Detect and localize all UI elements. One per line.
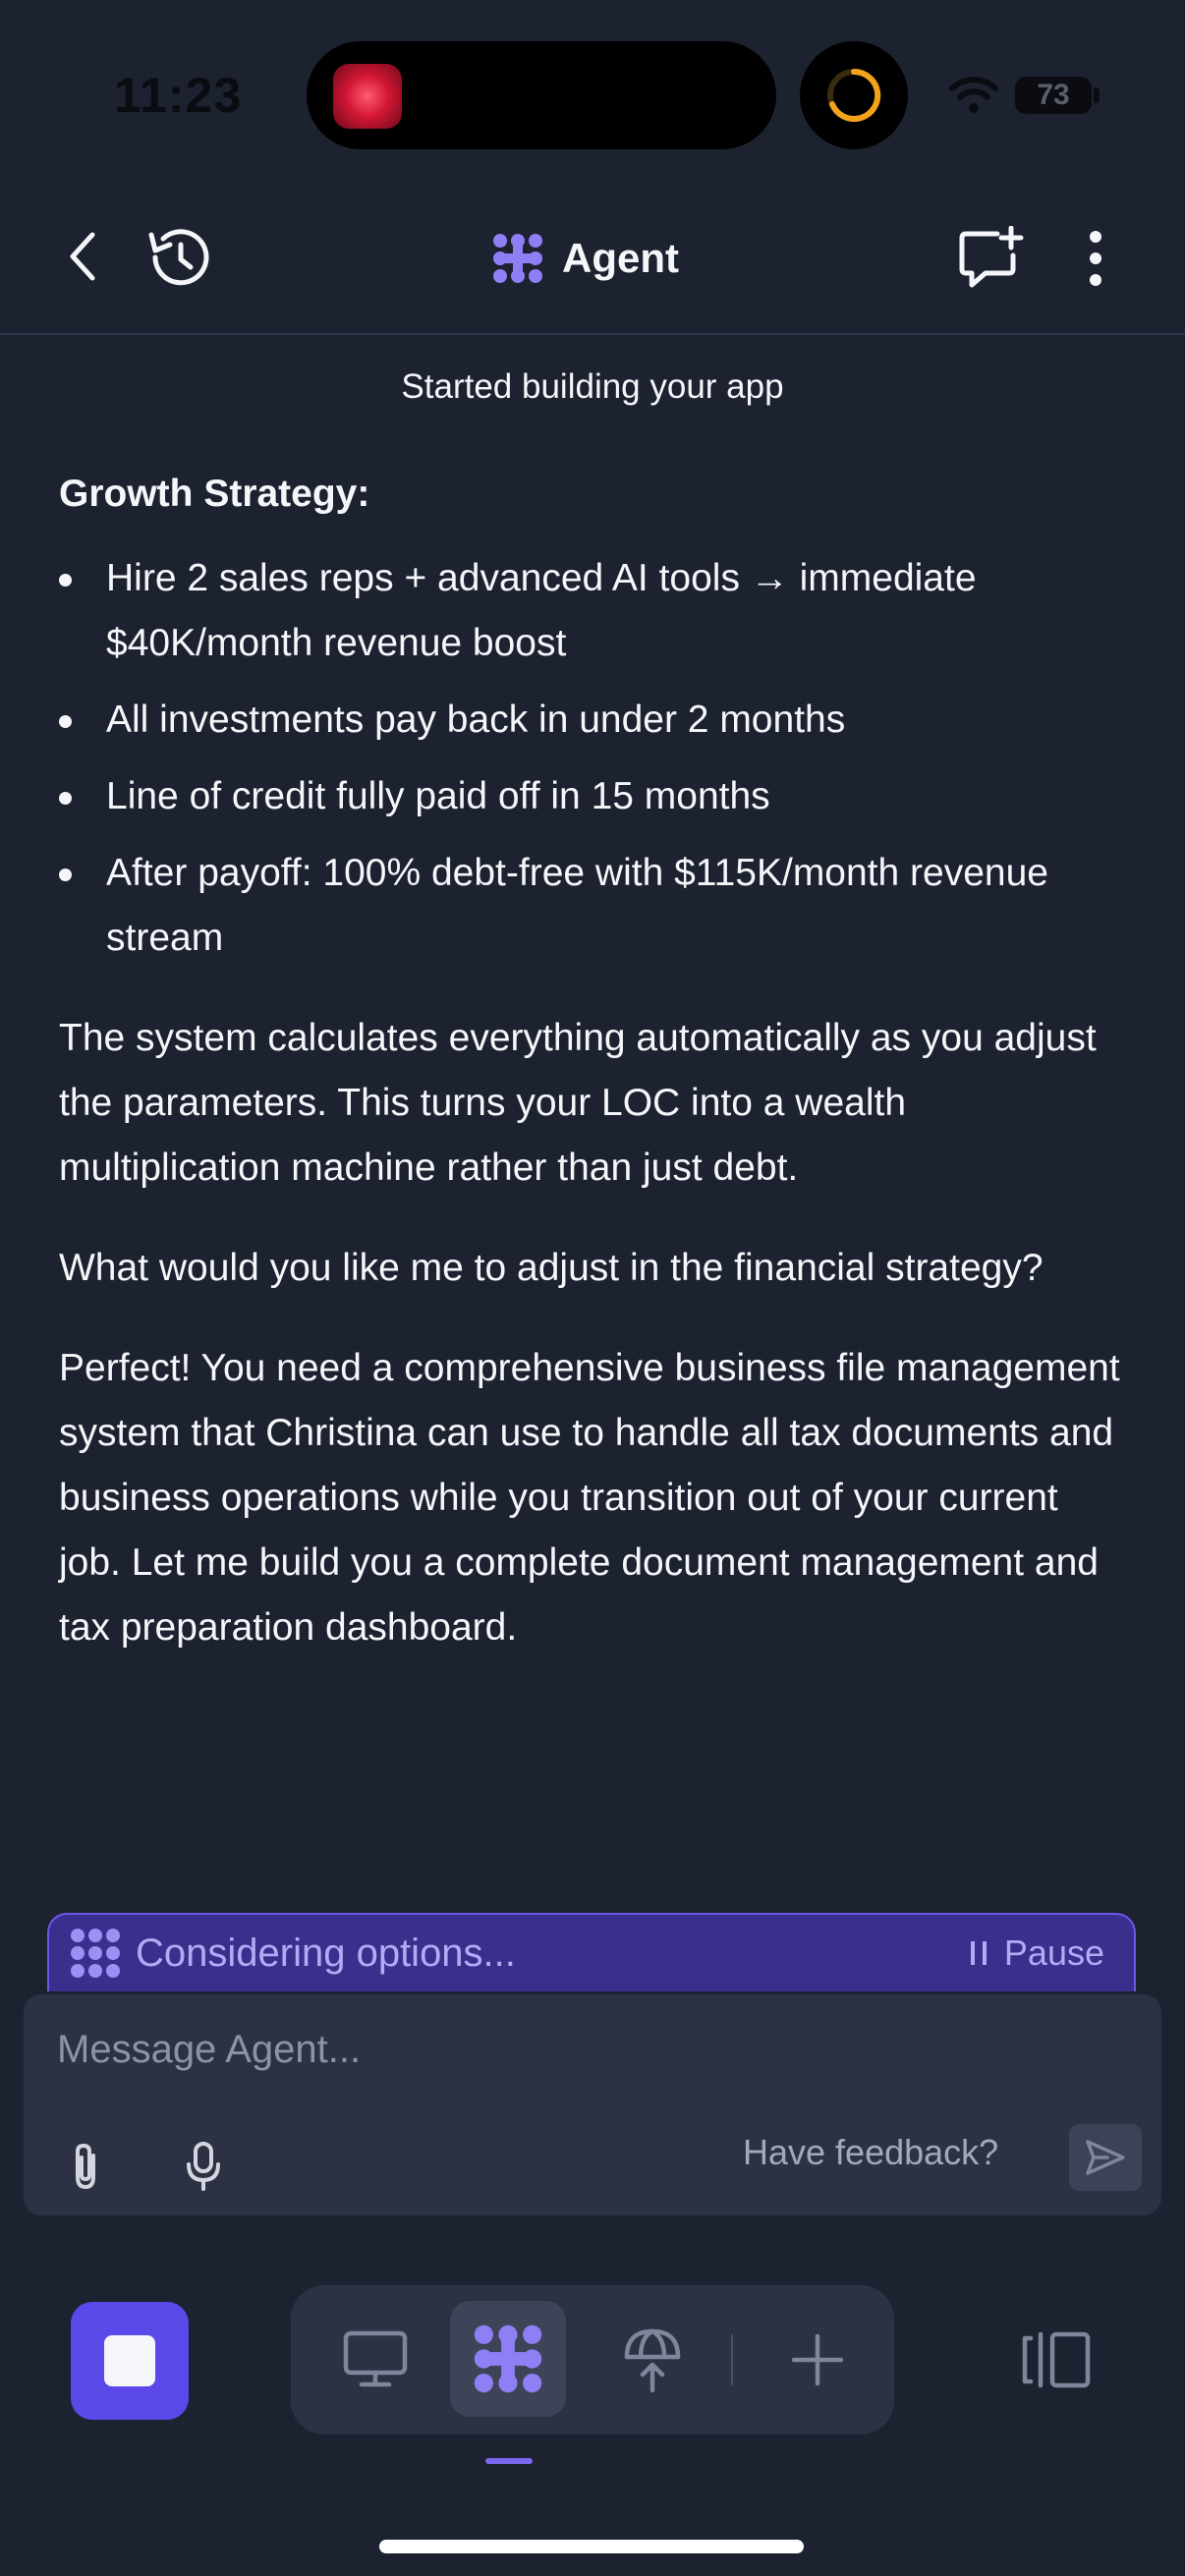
- message-plus-icon: [959, 226, 1024, 288]
- split-view-icon: [1022, 2331, 1091, 2388]
- agent-status-bar: Considering options... Pause: [47, 1913, 1136, 1991]
- send-button[interactable]: [1069, 2124, 1142, 2191]
- live-activity-app-icon: [333, 64, 402, 129]
- header-divider: [0, 333, 1185, 335]
- agent-message: Growth Strategy: Hire 2 sales reps + adv…: [59, 462, 1120, 1696]
- history-icon: [148, 229, 209, 286]
- status-time: 11:23: [114, 68, 243, 123]
- send-icon: [1086, 2140, 1125, 2175]
- paragraph: What would you like me to adjust in the …: [59, 1247, 1044, 1289]
- agent-logo-icon: [71, 1929, 120, 1978]
- battery-indicator: 73: [1015, 77, 1092, 114]
- attach-button[interactable]: [51, 2132, 120, 2201]
- split-view-button[interactable]: [1016, 2321, 1095, 2399]
- stop-icon: [104, 2335, 155, 2386]
- tab-divider: [731, 2334, 733, 2385]
- deploy-icon: [624, 2328, 681, 2393]
- agent-logo-icon: [493, 234, 542, 283]
- build-status-message: Started building your app: [401, 367, 784, 406]
- tab-preview[interactable]: [328, 2313, 423, 2407]
- pause-icon: [970, 1941, 987, 1965]
- microphone-icon: [187, 2142, 220, 2191]
- pause-button[interactable]: Pause: [970, 1932, 1104, 1974]
- plus-icon: [791, 2333, 844, 2386]
- section-heading: Growth Strategy:: [59, 473, 370, 515]
- header-title: Agent: [491, 224, 679, 293]
- battery-level: 73: [1037, 79, 1070, 111]
- tab-deployments[interactable]: [605, 2313, 700, 2407]
- paragraph: Perfect! You need a comprehensive busine…: [59, 1347, 1120, 1649]
- battery-nub: [1094, 87, 1100, 103]
- chevron-left-icon: [70, 232, 95, 281]
- monitor-icon: [343, 2330, 408, 2387]
- pause-label: Pause: [1003, 1932, 1104, 1973]
- more-options-button[interactable]: [1071, 224, 1120, 293]
- microphone-button[interactable]: [169, 2132, 238, 2201]
- tab-agent[interactable]: [450, 2301, 566, 2417]
- feedback-link[interactable]: Have feedback?: [743, 2132, 998, 2173]
- active-tab-indicator: [485, 2458, 533, 2464]
- stop-button[interactable]: [71, 2302, 189, 2420]
- back-button[interactable]: [51, 221, 114, 292]
- add-tab-button[interactable]: [770, 2313, 865, 2407]
- list-item: Line of credit fully paid off in 15 mont…: [59, 764, 1120, 829]
- message-composer: [24, 1994, 1161, 2215]
- list-item: Hire 2 sales reps + advanced AI tools → …: [59, 546, 1120, 676]
- more-vertical-icon: [1090, 231, 1101, 286]
- list-item: After payoff: 100% debt-free with $115K/…: [59, 841, 1120, 971]
- home-indicator: [379, 2540, 804, 2553]
- paragraph: The system calculates everything automat…: [59, 1017, 1097, 1189]
- history-button[interactable]: [138, 218, 220, 297]
- tool-tab-bar: [291, 2285, 894, 2435]
- new-chat-button[interactable]: [953, 221, 1028, 296]
- agent-status-label: Considering options...: [136, 1931, 516, 1975]
- wifi-icon: [949, 77, 998, 113]
- bullet-list: Hire 2 sales reps + advanced AI tools → …: [59, 546, 1120, 971]
- activity-ring-icon: [827, 68, 881, 122]
- agent-logo-icon: [474, 2324, 542, 2393]
- list-item: All investments pay back in under 2 mont…: [59, 688, 1120, 753]
- paperclip-icon: [76, 2143, 95, 2190]
- page-title: Agent: [562, 235, 679, 281]
- message-input[interactable]: [57, 2028, 1040, 2072]
